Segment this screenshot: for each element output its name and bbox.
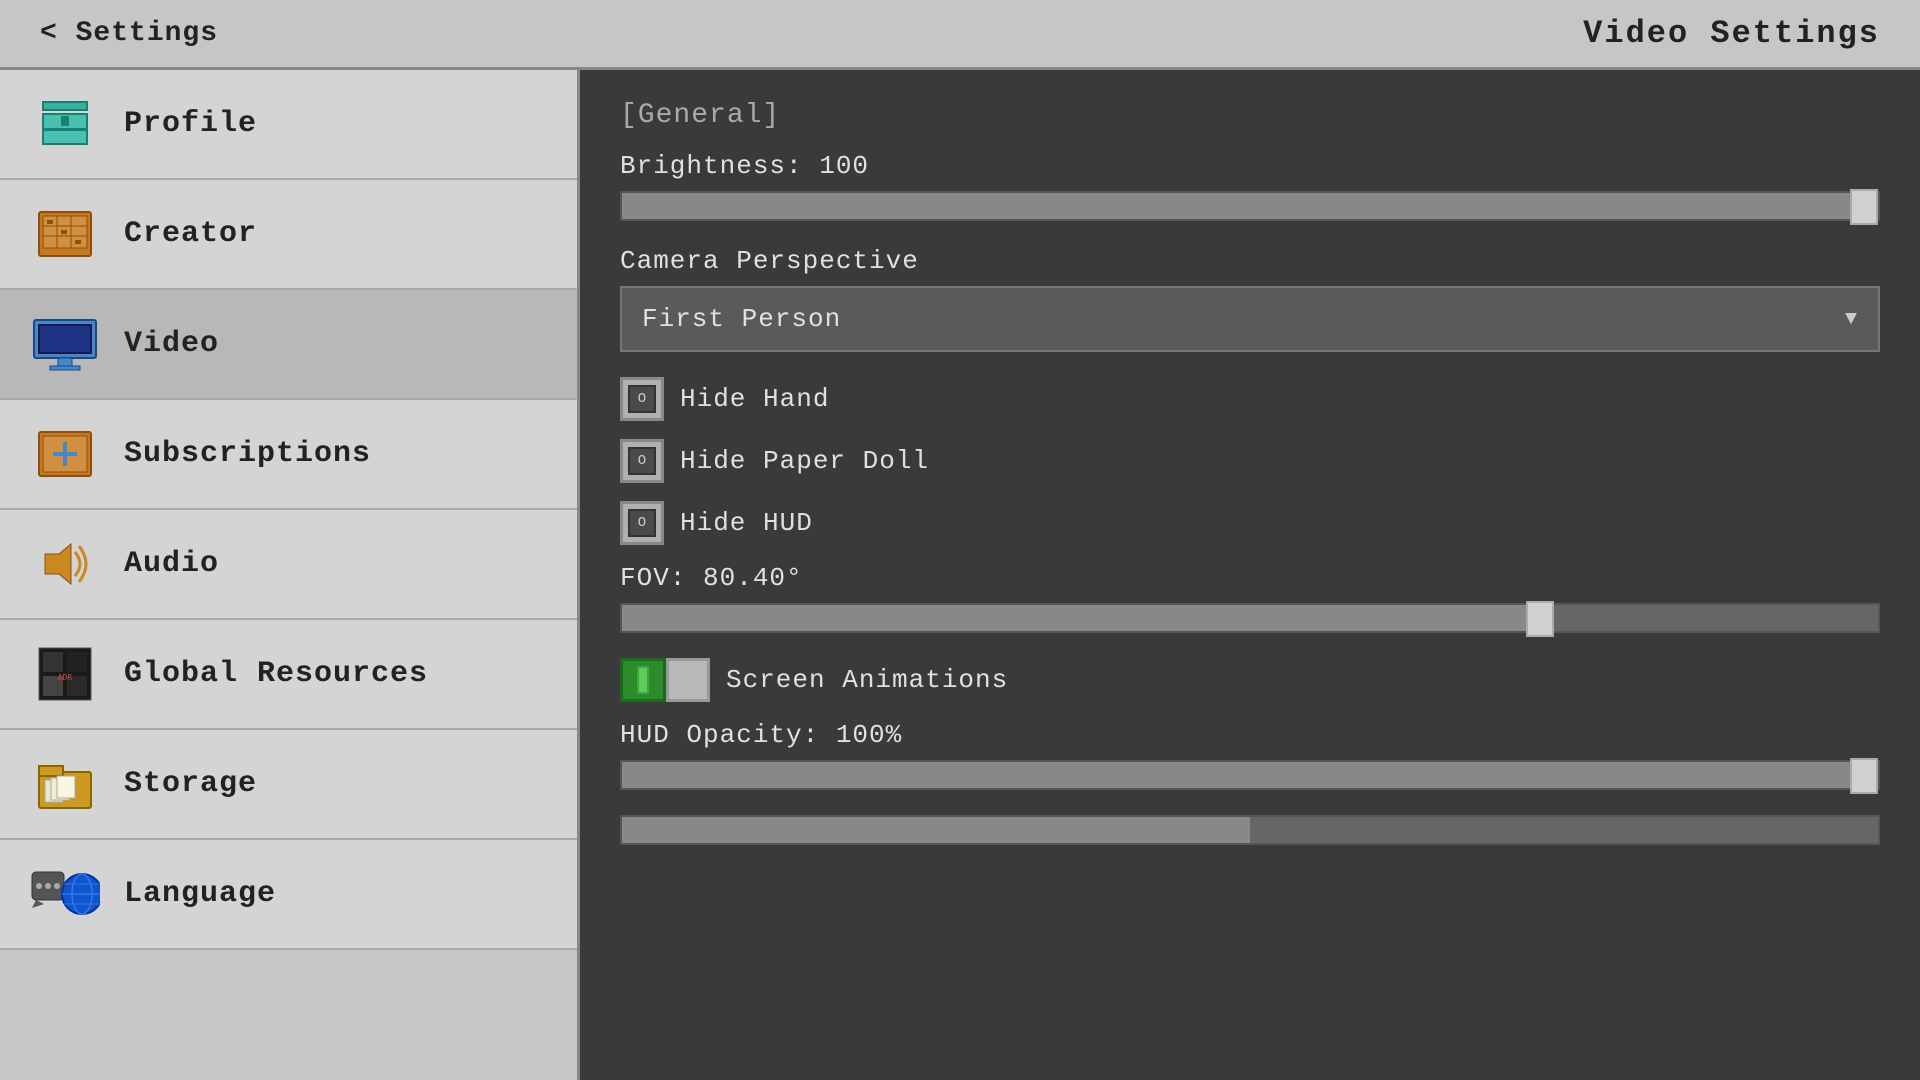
header: < Settings Video Settings: [0, 0, 1920, 70]
sidebar-item-subscriptions[interactable]: Subscriptions: [0, 400, 577, 510]
bottom-slider[interactable]: [620, 815, 1880, 845]
sidebar-item-creator[interactable]: Creator: [0, 180, 577, 290]
hud-opacity-slider-thumb[interactable]: [1850, 758, 1878, 794]
fov-setting: FOV: 80.40°: [620, 563, 1880, 633]
sidebar-item-global-resources[interactable]: ADR Global Resources: [0, 620, 577, 730]
toggle-off-part: [666, 658, 710, 702]
sidebar-item-video-label: Video: [124, 327, 219, 361]
profile-icon: [30, 89, 100, 159]
fov-slider[interactable]: [620, 603, 1880, 633]
fov-slider-container: [620, 603, 1880, 633]
sidebar-item-creator-label: Creator: [124, 217, 257, 251]
hide-hud-checkbox[interactable]: O: [620, 501, 664, 545]
camera-perspective-dropdown[interactable]: First Person ▼: [620, 286, 1880, 352]
screen-animations-toggle[interactable]: [620, 658, 710, 702]
hide-paper-doll-checkbox[interactable]: O: [620, 439, 664, 483]
hide-hand-row: O Hide Hand: [620, 377, 1880, 421]
bottom-setting: [620, 815, 1880, 845]
hide-hand-checkbox-inner: O: [628, 385, 656, 413]
hud-opacity-slider-container: [620, 760, 1880, 790]
sidebar-item-global-resources-label: Global Resources: [124, 657, 428, 691]
hide-paper-doll-checkbox-inner: O: [628, 447, 656, 475]
hide-hud-row: O Hide HUD: [620, 501, 1880, 545]
creator-icon: [30, 199, 100, 269]
section-header: [General]: [620, 100, 1880, 131]
fov-slider-thumb[interactable]: [1526, 601, 1554, 637]
page-title: Video Settings: [1583, 15, 1880, 52]
hide-hand-checkbox[interactable]: O: [620, 377, 664, 421]
brightness-setting: Brightness: 100: [620, 151, 1880, 221]
camera-perspective-label: Camera Perspective: [620, 246, 1880, 276]
hide-hud-checkbox-inner: O: [628, 509, 656, 537]
back-button[interactable]: < Settings: [40, 18, 218, 49]
language-icon: [30, 859, 100, 929]
sidebar-item-audio[interactable]: Audio: [0, 510, 577, 620]
brightness-slider-thumb[interactable]: [1850, 189, 1878, 225]
hud-opacity-setting: HUD Opacity: 100%: [620, 720, 1880, 790]
sidebar-item-audio-label: Audio: [124, 547, 219, 581]
hide-hud-label: Hide HUD: [680, 508, 813, 538]
global-resources-icon: ADR: [30, 639, 100, 709]
sidebar-item-profile-label: Profile: [124, 107, 257, 141]
audio-icon: [30, 529, 100, 599]
sidebar-item-profile[interactable]: Profile: [0, 70, 577, 180]
toggle-handle: [637, 666, 649, 694]
main-layout: Profile Creator: [0, 70, 1920, 1080]
bottom-slider-container: [620, 815, 1880, 845]
svg-text:ADR: ADR: [58, 673, 73, 682]
sidebar-item-subscriptions-label: Subscriptions: [124, 437, 371, 471]
sidebar-item-language[interactable]: Language: [0, 840, 577, 950]
sidebar-item-video[interactable]: Video: [0, 290, 577, 400]
sidebar-item-storage[interactable]: Storage: [0, 730, 577, 840]
dropdown-arrow-icon: ▼: [1845, 308, 1858, 331]
storage-icon: [30, 749, 100, 819]
sidebar-item-storage-label: Storage: [124, 767, 257, 801]
subscriptions-icon: [30, 419, 100, 489]
screen-animations-label: Screen Animations: [726, 665, 1008, 695]
brightness-label: Brightness: 100: [620, 151, 1880, 181]
back-label: < Settings: [40, 18, 218, 49]
hide-paper-doll-label: Hide Paper Doll: [680, 446, 929, 476]
hud-opacity-slider[interactable]: [620, 760, 1880, 790]
brightness-slider-container: [620, 191, 1880, 221]
screen-animations-row: Screen Animations: [620, 658, 1880, 702]
brightness-slider[interactable]: [620, 191, 1880, 221]
hide-hand-label: Hide Hand: [680, 384, 829, 414]
toggle-on-part: [620, 658, 666, 702]
hud-opacity-label: HUD Opacity: 100%: [620, 720, 1880, 750]
camera-perspective-setting: Camera Perspective First Person ▼: [620, 246, 1880, 352]
camera-perspective-value: First Person: [642, 304, 841, 334]
content-area: [General] Brightness: 100 Camera Perspec…: [580, 70, 1920, 1080]
sidebar: Profile Creator: [0, 70, 580, 1080]
hide-paper-doll-row: O Hide Paper Doll: [620, 439, 1880, 483]
sidebar-item-language-label: Language: [124, 877, 276, 911]
fov-label: FOV: 80.40°: [620, 563, 1880, 593]
video-icon: [30, 309, 100, 379]
